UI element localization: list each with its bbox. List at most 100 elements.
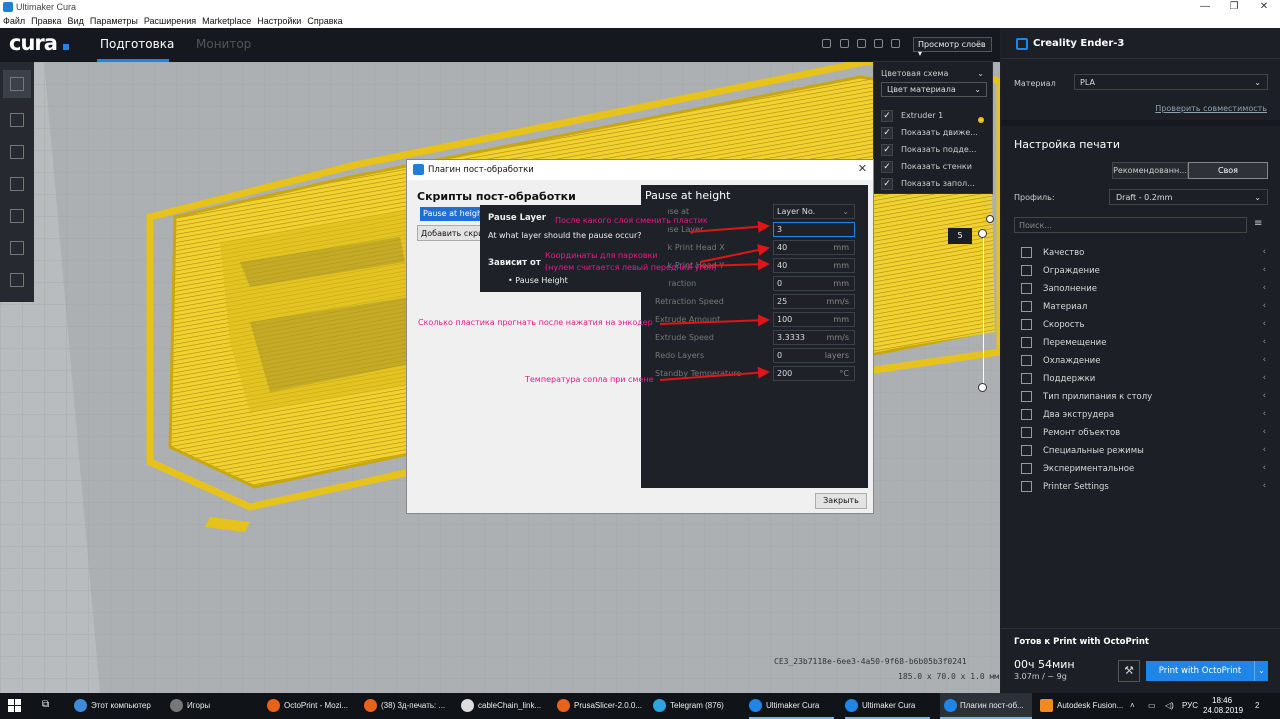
tools-icon[interactable]: ⚒ [1118, 660, 1140, 682]
layer-slider-handle[interactable] [986, 215, 994, 223]
category-dual-extrusion[interactable]: Два экструдера ‹ [1021, 407, 1266, 425]
pause-layer-input[interactable]: 3 [773, 222, 855, 237]
park-x-input[interactable]: 40 mm [773, 240, 855, 255]
input-language[interactable]: РУС [1182, 693, 1200, 719]
view-3d-icon[interactable] [822, 39, 831, 48]
taskbar-item[interactable]: Autodesk Fusion... [1040, 693, 1125, 719]
taskbar-item-active[interactable]: Плагин пост-об... [940, 693, 1032, 719]
checkbox[interactable]: ✓ [881, 144, 893, 156]
show-infill-toggle[interactable]: ✓ Показать запол... [881, 178, 991, 192]
category-mesh-fixes[interactable]: Ремонт объектов ‹ [1021, 425, 1266, 443]
menu-help[interactable]: Справка [304, 14, 345, 26]
rotate-tool[interactable] [3, 170, 31, 198]
menu-preferences[interactable]: Настройки [254, 14, 304, 26]
layer-slider[interactable] [978, 214, 990, 392]
add-script-button[interactable]: Добавить скрипт [417, 225, 487, 241]
show-shell-toggle[interactable]: ✓ Показать стенки [881, 161, 991, 175]
dialog-close-button[interactable]: Закрыть [815, 493, 867, 509]
category-experimental[interactable]: Экспериментальное ‹ [1021, 461, 1266, 479]
taskbar-item[interactable]: Ultimaker Cura [749, 693, 834, 719]
taskbar-item[interactable]: PrusaSlicer-2.0.0... [557, 693, 642, 719]
menu-marketplace[interactable]: Marketplace [199, 14, 254, 26]
tab-monitor[interactable]: Монитор [196, 37, 251, 51]
volume-icon[interactable]: ◁) [1165, 693, 1177, 719]
layer-slider-top-handle[interactable] [978, 229, 987, 238]
category-adhesion[interactable]: Тип прилипания к столу ‹ [1021, 389, 1266, 407]
open-file-button[interactable] [3, 70, 31, 98]
profile-select[interactable]: Draft - 0.2mm ⌄ [1109, 189, 1268, 205]
view-front-icon[interactable] [840, 39, 849, 48]
category-speed[interactable]: Скорость ‹ [1021, 317, 1266, 335]
category-material[interactable]: Материал ‹ [1021, 299, 1266, 317]
settings-search-input[interactable]: Поиск... [1014, 217, 1247, 233]
retraction-speed-input[interactable]: 25 mm/s [773, 294, 855, 309]
close-window-button[interactable]: ✕ [1249, 0, 1279, 14]
redo-layers-input[interactable]: 0 layers [773, 348, 855, 363]
layer-slider-bottom-handle[interactable] [978, 383, 987, 392]
chevron-down-icon[interactable]: ⌄ [1254, 661, 1268, 681]
standby-temperature-input[interactable]: 200 °C [773, 366, 855, 381]
park-y-input[interactable]: 40 mm [773, 258, 855, 273]
menu-view[interactable]: Вид [65, 14, 87, 26]
minimize-button[interactable]: — [1190, 0, 1220, 14]
view-right-icon[interactable] [891, 39, 900, 48]
maximize-button[interactable]: ❐ [1219, 0, 1249, 14]
close-icon[interactable]: ✕ [858, 162, 867, 175]
material-select[interactable]: PLA ⌄ [1074, 74, 1268, 90]
menu-file[interactable]: Файл [0, 14, 28, 26]
current-layer-badge[interactable]: 5 [948, 228, 972, 244]
chevron-down-icon[interactable]: ⌄ [977, 69, 984, 78]
taskbar-item[interactable]: (38) 3д-печать: ... [364, 693, 449, 719]
view-left-icon[interactable] [874, 39, 883, 48]
network-icon[interactable]: ▭ [1148, 693, 1160, 719]
checkbox[interactable]: ✓ [881, 178, 893, 190]
show-helpers-toggle[interactable]: ✓ Показать подде... [881, 144, 991, 158]
color-scheme-select[interactable]: Цвет материала ⌄ [881, 82, 987, 97]
category-special-modes[interactable]: Специальные режимы ‹ [1021, 443, 1266, 461]
move-tool[interactable] [3, 106, 31, 134]
checkbox[interactable]: ✓ [881, 110, 893, 122]
windows-start-button[interactable] [8, 699, 22, 713]
recommended-mode-button[interactable]: Рекомендованн... [1112, 162, 1188, 179]
show-travel-toggle[interactable]: ✓ Показать движе... [881, 127, 991, 141]
taskbar-item[interactable]: Игоры [170, 693, 250, 719]
support-blocker-tool[interactable] [3, 266, 31, 294]
per-model-settings-tool[interactable] [3, 234, 31, 262]
custom-mode-button[interactable]: Своя [1188, 162, 1268, 179]
checkbox[interactable]: ✓ [881, 161, 893, 173]
category-printer-settings[interactable]: Printer Settings ‹ [1021, 479, 1266, 497]
check-compatibility-link[interactable]: Проверить совместимость [1155, 104, 1267, 113]
clock-date[interactable]: 24.08.2019 [1203, 706, 1243, 715]
retraction-input[interactable]: 0 mm [773, 276, 855, 291]
notification-center-icon[interactable]: 2 [1255, 693, 1273, 719]
layer-slider-track[interactable] [983, 234, 984, 386]
category-support[interactable]: Поддержки ‹ [1021, 371, 1266, 389]
extrude-amount-input[interactable]: 100 mm [773, 312, 855, 327]
tab-prepare[interactable]: Подготовка [100, 37, 174, 51]
category-cooling[interactable]: Охлаждение ‹ [1021, 353, 1266, 371]
scale-tool[interactable] [3, 138, 31, 166]
extrude-speed-input[interactable]: 3.3333 mm/s [773, 330, 855, 345]
script-list-item[interactable]: Pause at height [420, 207, 482, 221]
mirror-tool[interactable] [3, 202, 31, 230]
view-top-icon[interactable] [857, 39, 866, 48]
printer-selector[interactable]: Creality Ender-3 [1033, 38, 1124, 49]
view-type-select[interactable]: Просмотр слоёв ▾ [913, 37, 992, 58]
category-travel[interactable]: Перемещение ‹ [1021, 335, 1266, 353]
taskbar-item[interactable]: OctoPrint - Mozi... [267, 693, 352, 719]
task-view-icon[interactable]: ⧉ [42, 693, 56, 719]
tray-chevron-up-icon[interactable]: ˄ [1130, 693, 1142, 719]
menu-edit[interactable]: Правка [28, 14, 64, 26]
taskbar-item[interactable]: Этот компьютер [74, 693, 164, 719]
extruder-1-toggle[interactable]: ✓ Extruder 1 [881, 110, 991, 124]
category-shell[interactable]: Ограждение ‹ [1021, 263, 1266, 281]
taskbar-item[interactable]: Telegram (876) [653, 693, 738, 719]
menu-extensions[interactable]: Расширения [141, 14, 199, 26]
category-quality[interactable]: Качество ‹ [1021, 245, 1266, 263]
print-with-octoprint-button[interactable]: Print with OctoPrint [1146, 661, 1254, 681]
menu-settings[interactable]: Параметры [87, 14, 141, 26]
clock-time[interactable]: 18:46 [1212, 696, 1232, 705]
taskbar-item[interactable]: Ultimaker Cura [845, 693, 930, 719]
settings-menu-icon[interactable]: ≡ [1254, 218, 1264, 229]
checkbox[interactable]: ✓ [881, 127, 893, 139]
